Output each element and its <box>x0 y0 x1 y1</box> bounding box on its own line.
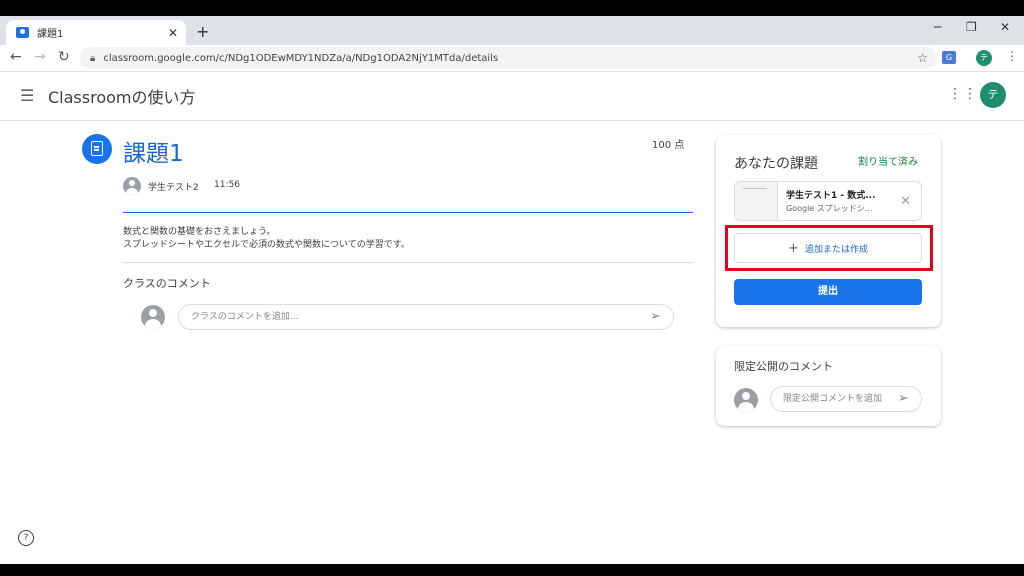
attachment-name: 学生テスト1 - 数式... <box>786 191 876 201</box>
minimize-icon[interactable]: ─ <box>934 20 941 34</box>
assignment-points: 100 点 <box>652 140 685 151</box>
send-class-comment-icon[interactable]: ➢ <box>650 309 661 324</box>
class-comment-input[interactable]: クラスのコメントを追加... <box>178 304 674 330</box>
description-divider <box>123 262 693 263</box>
assignment-description: 数式と関数の基礎をおさえましょう。 スプレッドシートやエクセルで必須の数式や関数… <box>123 226 410 252</box>
assignment-icon <box>82 134 112 164</box>
account-avatar[interactable]: テ <box>980 82 1006 108</box>
private-comments-card: 限定公開のコメント 限定公開コメントを追加 ➢ <box>716 346 941 426</box>
private-comments-label: 限定公開のコメント <box>734 360 833 373</box>
tab-title: 課題1 <box>37 29 64 40</box>
attachment-thumbnail <box>735 182 778 220</box>
remove-attachment-icon[interactable]: ✕ <box>900 194 911 209</box>
browser-menu-icon[interactable]: ⋮ <box>1006 49 1018 63</box>
private-commenter-avatar <box>734 388 758 412</box>
url-text[interactable]: classroom.google.com/c/NDg1ODEwMDY1NDZa/… <box>103 53 917 64</box>
close-tab-icon[interactable]: ✕ <box>168 26 178 40</box>
help-icon[interactable]: ? <box>18 530 34 546</box>
class-comments-label: クラスのコメント <box>123 277 211 290</box>
assignment-title: 課題1 <box>123 141 184 167</box>
your-work-title: あなたの課題 <box>734 156 818 172</box>
submit-button[interactable]: 提出 <box>734 279 922 305</box>
reload-icon[interactable]: ↻ <box>58 49 70 65</box>
translate-extension-icon[interactable]: G <box>942 51 956 64</box>
new-tab-button[interactable]: + <box>196 22 209 41</box>
browser-tab[interactable]: 課題1 ✕ <box>6 20 186 45</box>
description-line-1: 数式と関数の基礎をおさえましょう。 <box>123 227 276 237</box>
app-header: ☰ Classroomの使い方 ⋮⋮⋮ テ <box>0 72 1024 121</box>
author-name: 学生テスト2 <box>148 183 199 193</box>
browser-tab-strip: 課題1 ✕ + ─ ❐ ✕ <box>0 16 1024 45</box>
close-window-icon[interactable]: ✕ <box>1000 20 1010 34</box>
back-icon[interactable]: ← <box>10 49 22 65</box>
post-time: 11:56 <box>214 180 240 190</box>
restore-icon[interactable]: ❐ <box>966 20 977 34</box>
omnibox[interactable]: 🔒︎ classroom.google.com/c/NDg1ODEwMDY1ND… <box>80 47 936 69</box>
title-divider <box>123 212 693 213</box>
work-status: 割り当て済み <box>858 157 918 168</box>
classroom-favicon-icon <box>16 27 29 38</box>
commenter-avatar <box>141 305 165 329</box>
highlight-box <box>725 225 933 271</box>
screen: 課題1 ✕ + ─ ❐ ✕ ← → ↻ 🔒︎ classroom.google.… <box>0 16 1024 564</box>
class-name[interactable]: Classroomの使い方 <box>48 84 196 108</box>
main-menu-icon[interactable]: ☰ <box>20 86 34 105</box>
address-toolbar: ← → ↻ 🔒︎ classroom.google.com/c/NDg1ODEw… <box>0 45 1024 72</box>
attachment-chip[interactable]: 学生テスト1 - 数式... Google スプレッドシ... ✕ <box>734 181 922 221</box>
lock-icon: 🔒︎ <box>90 52 96 64</box>
attachment-type: Google スプレッドシ... <box>786 204 873 213</box>
browser-profile-avatar[interactable]: テ <box>976 50 992 66</box>
author-avatar <box>123 177 141 195</box>
description-line-2: スプレッドシートやエクセルで必須の数式や関数についての学習です。 <box>123 240 410 250</box>
bookmark-star-icon[interactable]: ☆ <box>917 51 928 65</box>
forward-icon[interactable]: → <box>34 49 46 65</box>
your-work-card: あなたの課題 割り当て済み 学生テスト1 - 数式... Google スプレッ… <box>716 135 941 327</box>
send-private-comment-icon[interactable]: ➢ <box>898 391 909 406</box>
